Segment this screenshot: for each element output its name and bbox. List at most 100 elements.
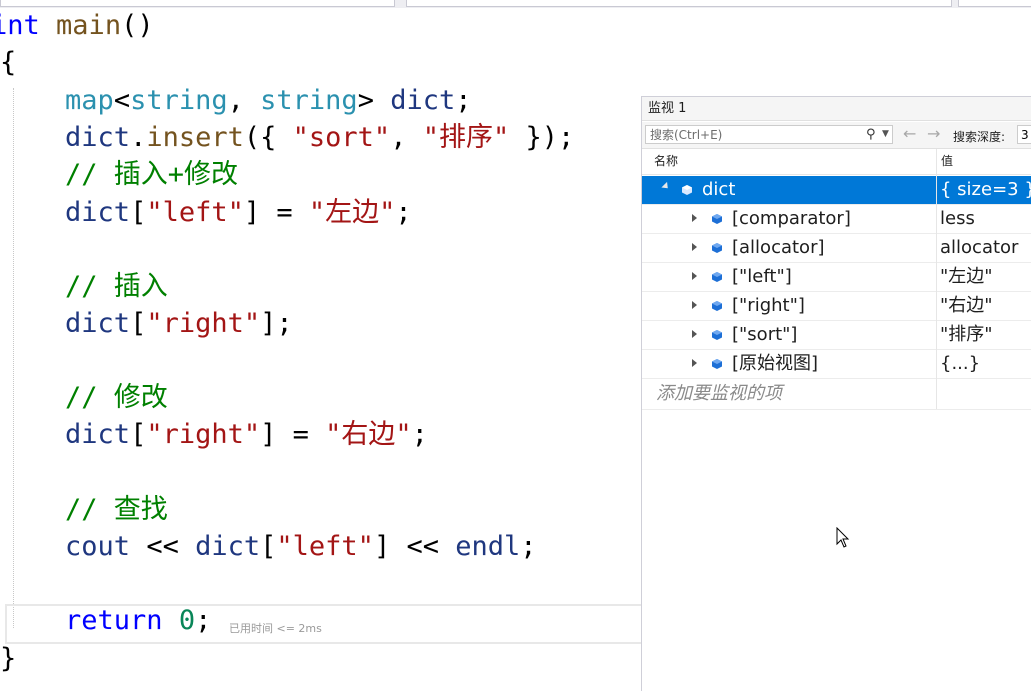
code-token: "右边" [325,419,412,450]
code-line: dict["right"] = "右边"; [0,417,428,453]
watch-value: allocator [940,237,1019,258]
code-token: }); [509,122,575,153]
expand-arrow-icon[interactable] [692,359,697,367]
code-token: ] = [243,197,309,228]
code-editor[interactable]: int main(){ map<string, string> dict; di… [0,8,645,690]
code-token: 0 [178,605,196,636]
object-icon [712,214,722,224]
code-token: > [357,85,391,116]
expand-arrow-icon[interactable] [692,243,697,251]
watch-row[interactable]: ["right"] "右边" [642,292,1031,321]
code-token: "左边" [308,197,396,228]
code-token: ; [195,605,212,636]
forward-arrow-icon[interactable]: → [927,125,940,143]
watch-value: "排序" [940,324,993,345]
code-token: // 插入+修改 [65,159,239,190]
expand-arrow-icon[interactable] [692,214,697,222]
code-line: // 插入 [0,269,168,305]
code-token: dict [65,308,131,339]
code-token: dict [65,197,131,228]
code-token: "sort" [292,122,391,153]
tab-right[interactable] [958,0,1031,7]
watch-row[interactable]: [comparator] less [642,205,1031,234]
watch-window[interactable]: 监视 1 ⚲ ▼ ← → 搜索深度: 3 名称 值 dict { size=3 }… [641,96,1031,691]
watch-column-header: 名称 值 [642,149,1031,175]
column-value-header[interactable]: 值 [941,149,953,174]
code-line: dict["right"]; [0,306,293,342]
code-token: "right" [146,419,261,450]
code-token: } [0,643,17,674]
object-icon [712,272,722,282]
code-token: [ [130,308,147,339]
expand-arrow-icon[interactable] [692,330,697,338]
code-token: main [56,10,122,41]
code-token: "left" [276,531,374,562]
code-line: return 0; [0,603,211,639]
code-token: [ [130,197,147,228]
code-token: [ [130,419,147,450]
code-line: } [0,641,16,677]
code-token: , [390,122,423,153]
object-icon [712,243,722,253]
watch-name: [allocator] [732,237,825,258]
watch-row[interactable]: ["sort"] "排序" [642,321,1031,350]
code-token: < [113,85,131,116]
code-token: dict [65,122,131,153]
mouse-cursor-icon [836,527,850,548]
code-line: int main() [0,8,154,44]
code-line: dict["left"] = "左边"; [0,195,412,231]
code-token: return [65,605,163,636]
search-icon[interactable]: ⚲ [866,127,876,142]
tab-middle[interactable] [406,0,952,7]
chevron-down-icon[interactable]: ▼ [882,129,889,139]
watch-row[interactable]: [allocator] allocator [642,234,1031,263]
watch-window-title: 监视 1 [642,97,1031,121]
watch-row[interactable]: dict { size=3 } [642,176,1031,205]
code-line: map<string, string> dict; [0,83,471,119]
object-icon [712,330,722,340]
watch-name: ["sort"] [732,324,798,345]
watch-value: less [940,208,975,229]
expand-arrow-icon[interactable] [692,301,697,309]
code-token: dict [65,419,131,450]
search-depth-label: 搜索深度: [953,130,1006,144]
collapse-arrow-icon[interactable] [661,181,671,192]
watch-name: [原始视图] [732,353,819,374]
code-token: dict [390,85,456,116]
code-token: << [130,531,196,562]
back-arrow-icon[interactable]: ← [903,125,916,143]
code-token: endl [455,531,521,562]
expand-arrow-icon[interactable] [692,272,697,280]
tab-left[interactable] [0,0,395,7]
watch-name: [comparator] [732,208,851,229]
code-token: ] = [260,419,326,450]
search-input[interactable] [648,126,862,143]
column-divider[interactable] [936,149,937,409]
search-box[interactable]: ⚲ ▼ [645,125,893,144]
watch-row[interactable]: ["left"] "左边" [642,263,1031,292]
code-token: // 查找 [65,494,168,525]
code-token: ; [411,419,428,450]
watch-row[interactable]: [原始视图] {...} [642,350,1031,379]
elapsed-time-hint: 已用时间 <= 2ms [229,622,322,635]
code-token: [ [260,531,277,562]
code-token: int [0,10,40,41]
search-depth-input[interactable]: 3 [1017,125,1031,144]
add-watch-item[interactable]: 添加要监视的项 [656,380,782,408]
code-token: dict [195,531,261,562]
watch-toolbar: ⚲ ▼ ← → 搜索深度: 3 [642,122,1031,149]
watch-value: { size=3 } [940,179,1031,200]
code-line: cout << dict["left"] << endl; [0,529,536,565]
code-token: "left" [146,197,244,228]
column-name-header[interactable]: 名称 [654,149,678,174]
watch-value: "右边" [940,295,993,316]
code-token: // 修改 [65,382,168,413]
